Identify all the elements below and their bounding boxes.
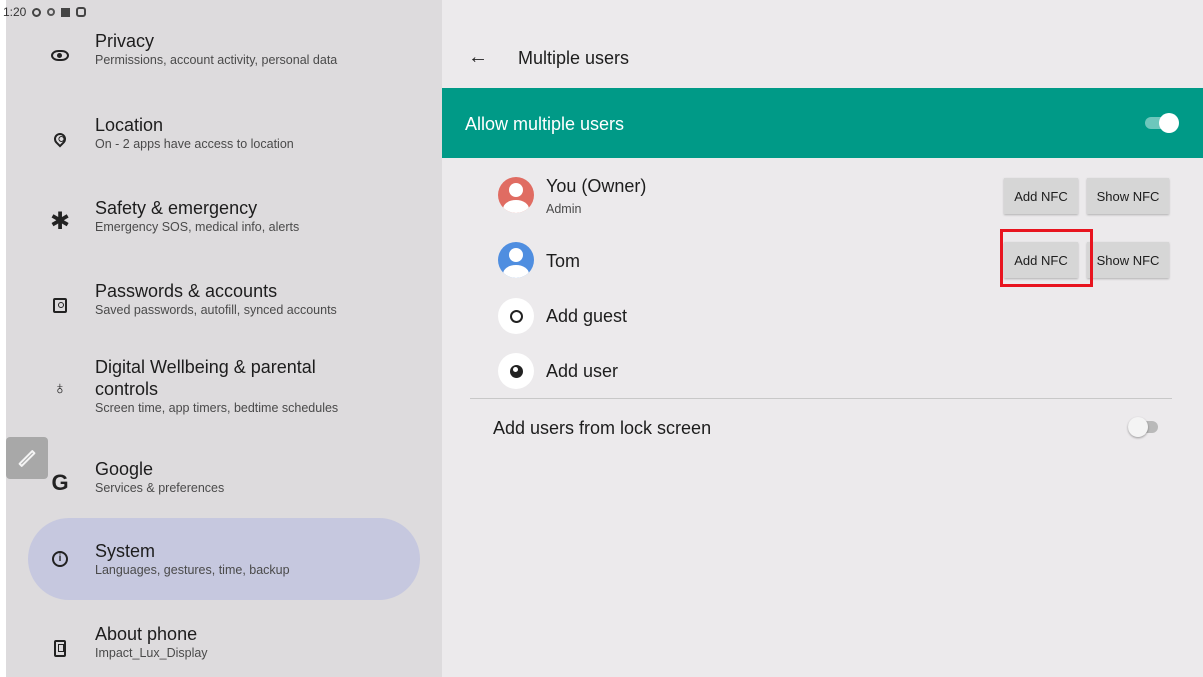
add-users-from-lock-screen-toggle[interactable] — [1128, 417, 1160, 437]
settings-item-subtitle: Saved passwords, autofill, synced accoun… — [95, 303, 337, 317]
settings-list-pane: Privacy Permissions, account activity, p… — [6, 0, 442, 677]
show-nfc-button-owner[interactable]: Show NFC — [1087, 178, 1169, 214]
page-title: Multiple users — [518, 48, 630, 68]
allow-multiple-users-banner[interactable]: Allow multiple users — [442, 88, 1203, 158]
settings-item-subtitle: Services & preferences — [95, 481, 225, 495]
divider — [470, 398, 1172, 399]
android-icon — [76, 7, 87, 17]
info-icon: i — [48, 547, 72, 571]
add-nfc-button-owner[interactable]: Add NFC — [1004, 178, 1078, 214]
add-guest-label: Add guest — [546, 306, 628, 326]
allow-multiple-users-toggle[interactable] — [1145, 113, 1179, 133]
add-user-row[interactable]: Add user — [442, 345, 1203, 397]
screen-frame: Privacy Permissions, account activity, p… — [3, 0, 1203, 677]
status-time: 1:20 — [3, 5, 27, 19]
settings-item-subtitle: Emergency SOS, medical info, alerts — [95, 220, 300, 234]
user-name: Tom — [546, 251, 581, 271]
wellbeing-icon: ♁ — [53, 377, 67, 398]
settings-item-system[interactable]: i System Languages, gestures, time, back… — [28, 518, 420, 600]
settings-item-title: About phone — [95, 624, 198, 644]
phone-icon — [48, 636, 72, 660]
settings-item-digital-wellbeing[interactable]: ♁ Digital Wellbeing & parental controls … — [28, 356, 420, 422]
account-box-icon — [48, 293, 72, 317]
user-row-owner[interactable]: You (Owner) Admin Add NFC Show NFC — [442, 171, 1203, 223]
toggle-knob — [1128, 417, 1148, 437]
guest-face-icon — [498, 298, 534, 334]
settings-item-title-line2: controls — [95, 379, 159, 399]
highlight-box — [1000, 229, 1093, 287]
google-g-icon: G — [51, 470, 69, 495]
settings-item-title: Passwords & accounts — [95, 281, 278, 301]
settings-item-title: Safety & emergency — [95, 198, 258, 218]
settings-item-subtitle: Permissions, account activity, personal … — [95, 53, 338, 67]
show-nfc-button-tom[interactable]: Show NFC — [1087, 242, 1169, 278]
user-role: Admin — [546, 202, 582, 216]
settings-item-title: System — [95, 541, 156, 561]
settings-item-passwords[interactable]: Passwords & accounts Saved passwords, au… — [28, 280, 420, 330]
location-pin-icon — [48, 127, 72, 151]
pencil-icon — [18, 449, 36, 467]
privacy-eye-icon — [48, 43, 72, 67]
asterisk-icon: ✱ — [49, 208, 71, 235]
owner-avatar-icon — [498, 177, 534, 213]
settings-item-about-phone[interactable]: About phone Impact_Lux_Display — [28, 623, 420, 673]
user-name: You (Owner) — [546, 176, 647, 196]
settings-item-subtitle: Languages, gestures, time, backup — [95, 563, 290, 577]
tom-avatar-icon — [498, 242, 534, 278]
add-user-icon — [498, 353, 534, 389]
allow-multiple-users-label: Allow multiple users — [465, 114, 625, 134]
toggle-knob — [1159, 113, 1179, 133]
settings-item-subtitle: On - 2 apps have access to location — [95, 137, 294, 151]
multiple-users-pane: ← Multiple users Allow multiple users Yo… — [442, 0, 1203, 677]
add-users-from-lock-screen-label[interactable]: Add users from lock screen — [493, 418, 711, 439]
settings-item-subtitle: Impact_Lux_Display — [95, 646, 208, 660]
settings-item-location[interactable]: Location On - 2 apps have access to loca… — [28, 114, 420, 164]
settings-icon — [32, 7, 42, 17]
settings-item-title: Location — [95, 115, 164, 135]
settings-item-safety[interactable]: ✱ Safety & emergency Emergency SOS, medi… — [28, 197, 420, 247]
edit-button[interactable] — [6, 437, 48, 479]
settings-item-title: Digital Wellbeing & parental — [95, 357, 316, 377]
settings-item-subtitle: Screen time, app timers, bedtime schedul… — [95, 401, 339, 415]
dot-icon — [47, 8, 56, 16]
settings-item-google[interactable]: G Google Services & preferences — [28, 458, 420, 508]
back-arrow-icon[interactable]: ← — [468, 47, 488, 67]
add-user-label: Add user — [546, 361, 619, 381]
square-icon — [61, 7, 71, 17]
settings-item-title: Google — [95, 459, 154, 479]
settings-item-title: Privacy — [95, 31, 155, 51]
add-guest-row[interactable]: Add guest — [442, 290, 1203, 342]
status-left: 1:20 — [0, 5, 87, 19]
settings-item-privacy[interactable]: Privacy Permissions, account activity, p… — [28, 30, 420, 80]
